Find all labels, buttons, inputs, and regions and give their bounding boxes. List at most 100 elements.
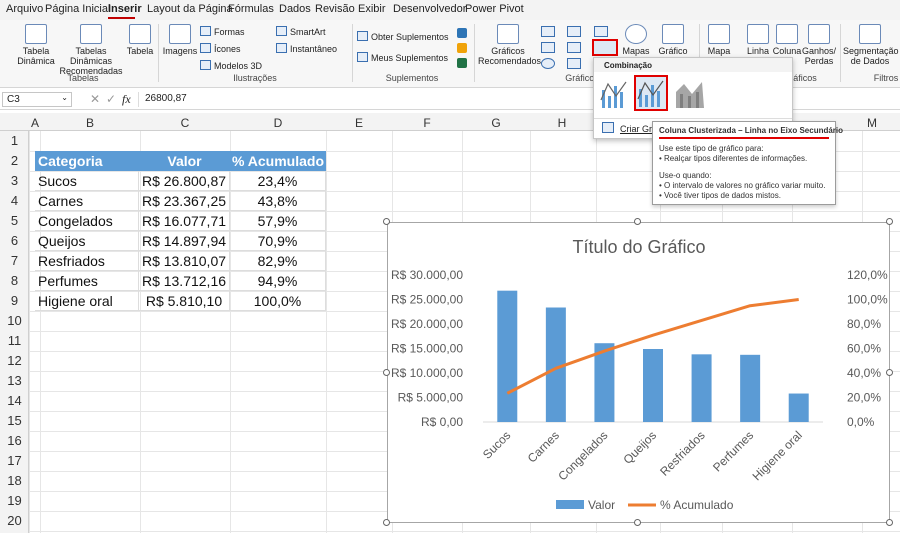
menu-exibir[interactable]: Exibir xyxy=(358,3,386,15)
icons-button[interactable]: Ícones xyxy=(200,43,241,54)
resize-handle[interactable] xyxy=(886,369,893,376)
value-cell[interactable]: R$ 26.800,87 xyxy=(139,171,230,191)
row-header[interactable]: 20 xyxy=(0,513,29,528)
row-header[interactable]: 13 xyxy=(0,373,29,388)
value-cell[interactable]: R$ 14.897,94 xyxy=(139,231,230,251)
smartart-button[interactable]: SmartArt xyxy=(276,26,326,37)
row-header[interactable]: 3 xyxy=(0,173,29,188)
row-header[interactable]: 17 xyxy=(0,453,29,468)
combo-option-clustered-line[interactable] xyxy=(598,76,630,110)
category-cell[interactable]: Queijos xyxy=(35,231,139,251)
visio-icon[interactable] xyxy=(457,43,467,53)
row-header[interactable]: 11 xyxy=(0,333,29,348)
cumulative-cell[interactable]: 82,9% xyxy=(230,251,326,271)
cumulative-cell[interactable]: 57,9% xyxy=(230,211,326,231)
combo-chart[interactable]: Título do Gráfico R$ 0,00 R$ 5.000,00 R$ 1… xyxy=(387,222,890,523)
value-cell[interactable]: R$ 5.810,10 xyxy=(139,291,230,311)
header-categoria[interactable]: Categoria xyxy=(35,151,139,171)
3d-models-button[interactable]: Modelos 3D xyxy=(200,60,262,71)
row-header[interactable]: 15 xyxy=(0,413,29,428)
recommended-pivot-button[interactable]: Tabelas Dinâmicas Recomendadas xyxy=(58,24,124,76)
function-icon[interactable]: fx xyxy=(122,92,131,107)
cumulative-cell[interactable]: 94,9% xyxy=(230,271,326,291)
menu-power-pivot[interactable]: Power Pivot xyxy=(465,3,524,15)
row-header[interactable]: 4 xyxy=(0,193,29,208)
bar-higiene-oral[interactable] xyxy=(788,393,809,422)
category-cell[interactable]: Resfriados xyxy=(35,251,139,271)
my-addins-button[interactable]: Meus Suplementos xyxy=(357,52,448,63)
column-header-d[interactable]: D xyxy=(230,116,326,130)
row-header[interactable]: 9 xyxy=(0,293,29,308)
row-header[interactable]: 18 xyxy=(0,473,29,488)
column-chart-icon[interactable] xyxy=(541,26,555,37)
menu-inserir[interactable]: Inserir xyxy=(108,3,142,15)
sparkline-column-button[interactable]: Coluna xyxy=(772,24,802,56)
formula-input[interactable]: 26800,87 xyxy=(145,93,187,104)
shapes-button[interactable]: Formas xyxy=(200,26,245,37)
waterfall-chart-icon[interactable] xyxy=(594,26,608,37)
value-cell[interactable]: R$ 23.367,25 xyxy=(139,191,230,211)
slicer-button[interactable]: Segmentação de Dados xyxy=(843,24,899,66)
menu-arquivo[interactable]: Arquivo xyxy=(6,3,43,15)
category-cell[interactable]: Congelados xyxy=(35,211,139,231)
table-button[interactable]: Tabela xyxy=(124,24,156,56)
resize-handle[interactable] xyxy=(383,218,390,225)
row-header[interactable]: 14 xyxy=(0,393,29,408)
menu-revisao[interactable]: Revisão xyxy=(315,3,355,15)
header-valor[interactable]: Valor xyxy=(139,151,230,171)
menu-dados[interactable]: Dados xyxy=(279,3,311,15)
bar-perfumes[interactable] xyxy=(740,354,761,422)
column-header-m[interactable]: M xyxy=(862,116,882,130)
cumulative-cell[interactable]: 23,4% xyxy=(230,171,326,191)
scatter-chart-icon[interactable] xyxy=(567,58,581,69)
category-cell[interactable]: Perfumes xyxy=(35,271,139,291)
recommended-charts-button[interactable]: Gráficos Recomendados xyxy=(478,24,541,66)
resize-handle[interactable] xyxy=(383,519,390,526)
sparkline-winloss-button[interactable]: Ganhos/ Perdas xyxy=(801,24,837,66)
name-box[interactable]: C3 ⌄ xyxy=(2,92,72,107)
value-cell[interactable]: R$ 16.077,71 xyxy=(139,211,230,231)
header-acumulado[interactable]: % Acumulado xyxy=(230,151,326,171)
combo-chart-button[interactable] xyxy=(592,39,618,56)
images-button[interactable]: Imagens xyxy=(162,24,198,56)
combo-option-stacked-area[interactable] xyxy=(674,76,706,110)
sparkline-line-button[interactable]: Linha xyxy=(743,24,773,56)
column-header-e[interactable]: E xyxy=(326,116,392,130)
people-icon[interactable] xyxy=(457,28,467,38)
row-header[interactable]: 8 xyxy=(0,273,29,288)
row-header[interactable]: 5 xyxy=(0,213,29,228)
screenshot-button[interactable]: Instantâneo xyxy=(276,43,337,54)
resize-handle[interactable] xyxy=(634,218,641,225)
pie-chart-icon[interactable] xyxy=(541,58,555,69)
category-cell[interactable]: Carnes xyxy=(35,191,139,211)
row-header[interactable]: 19 xyxy=(0,493,29,508)
cumulative-cell[interactable]: 70,9% xyxy=(230,231,326,251)
bar-sucos[interactable] xyxy=(497,290,518,422)
category-cell[interactable]: Sucos xyxy=(35,171,139,191)
combo-option-clustered-line-secondary[interactable] xyxy=(634,75,668,111)
pivot-table-button[interactable]: Tabela Dinâmica xyxy=(10,24,62,66)
resize-handle[interactable] xyxy=(383,369,390,376)
bing-maps-icon[interactable] xyxy=(457,58,467,68)
value-cell[interactable]: R$ 13.810,07 xyxy=(139,251,230,271)
get-addins-button[interactable]: Obter Suplementos xyxy=(357,31,449,42)
resize-handle[interactable] xyxy=(886,519,893,526)
menu-formulas[interactable]: Fórmulas xyxy=(228,3,274,15)
column-header-g[interactable]: G xyxy=(462,116,530,130)
row-header[interactable]: 2 xyxy=(0,153,29,168)
menu-desenvolvedor[interactable]: Desenvolvedor xyxy=(393,3,466,15)
menu-pagina-inicial[interactable]: Página Inicial xyxy=(45,3,110,15)
cumulative-cell[interactable]: 43,8% xyxy=(230,191,326,211)
bar-resfriados[interactable] xyxy=(691,354,712,422)
statistic-chart-icon[interactable] xyxy=(567,42,581,53)
row-header[interactable]: 1 xyxy=(0,133,29,148)
column-header-b[interactable]: B xyxy=(40,116,140,130)
row-header[interactable]: 7 xyxy=(0,253,29,268)
chart-title[interactable]: Título do Gráfico xyxy=(572,237,705,257)
column-header-f[interactable]: F xyxy=(392,116,462,130)
pivot-chart-button[interactable]: Gráfico xyxy=(653,24,693,56)
row-header[interactable]: 6 xyxy=(0,233,29,248)
confirm-icon[interactable]: ✓ xyxy=(106,92,116,106)
value-cell[interactable]: R$ 13.712,16 xyxy=(139,271,230,291)
column-header-h[interactable]: H xyxy=(530,116,594,130)
